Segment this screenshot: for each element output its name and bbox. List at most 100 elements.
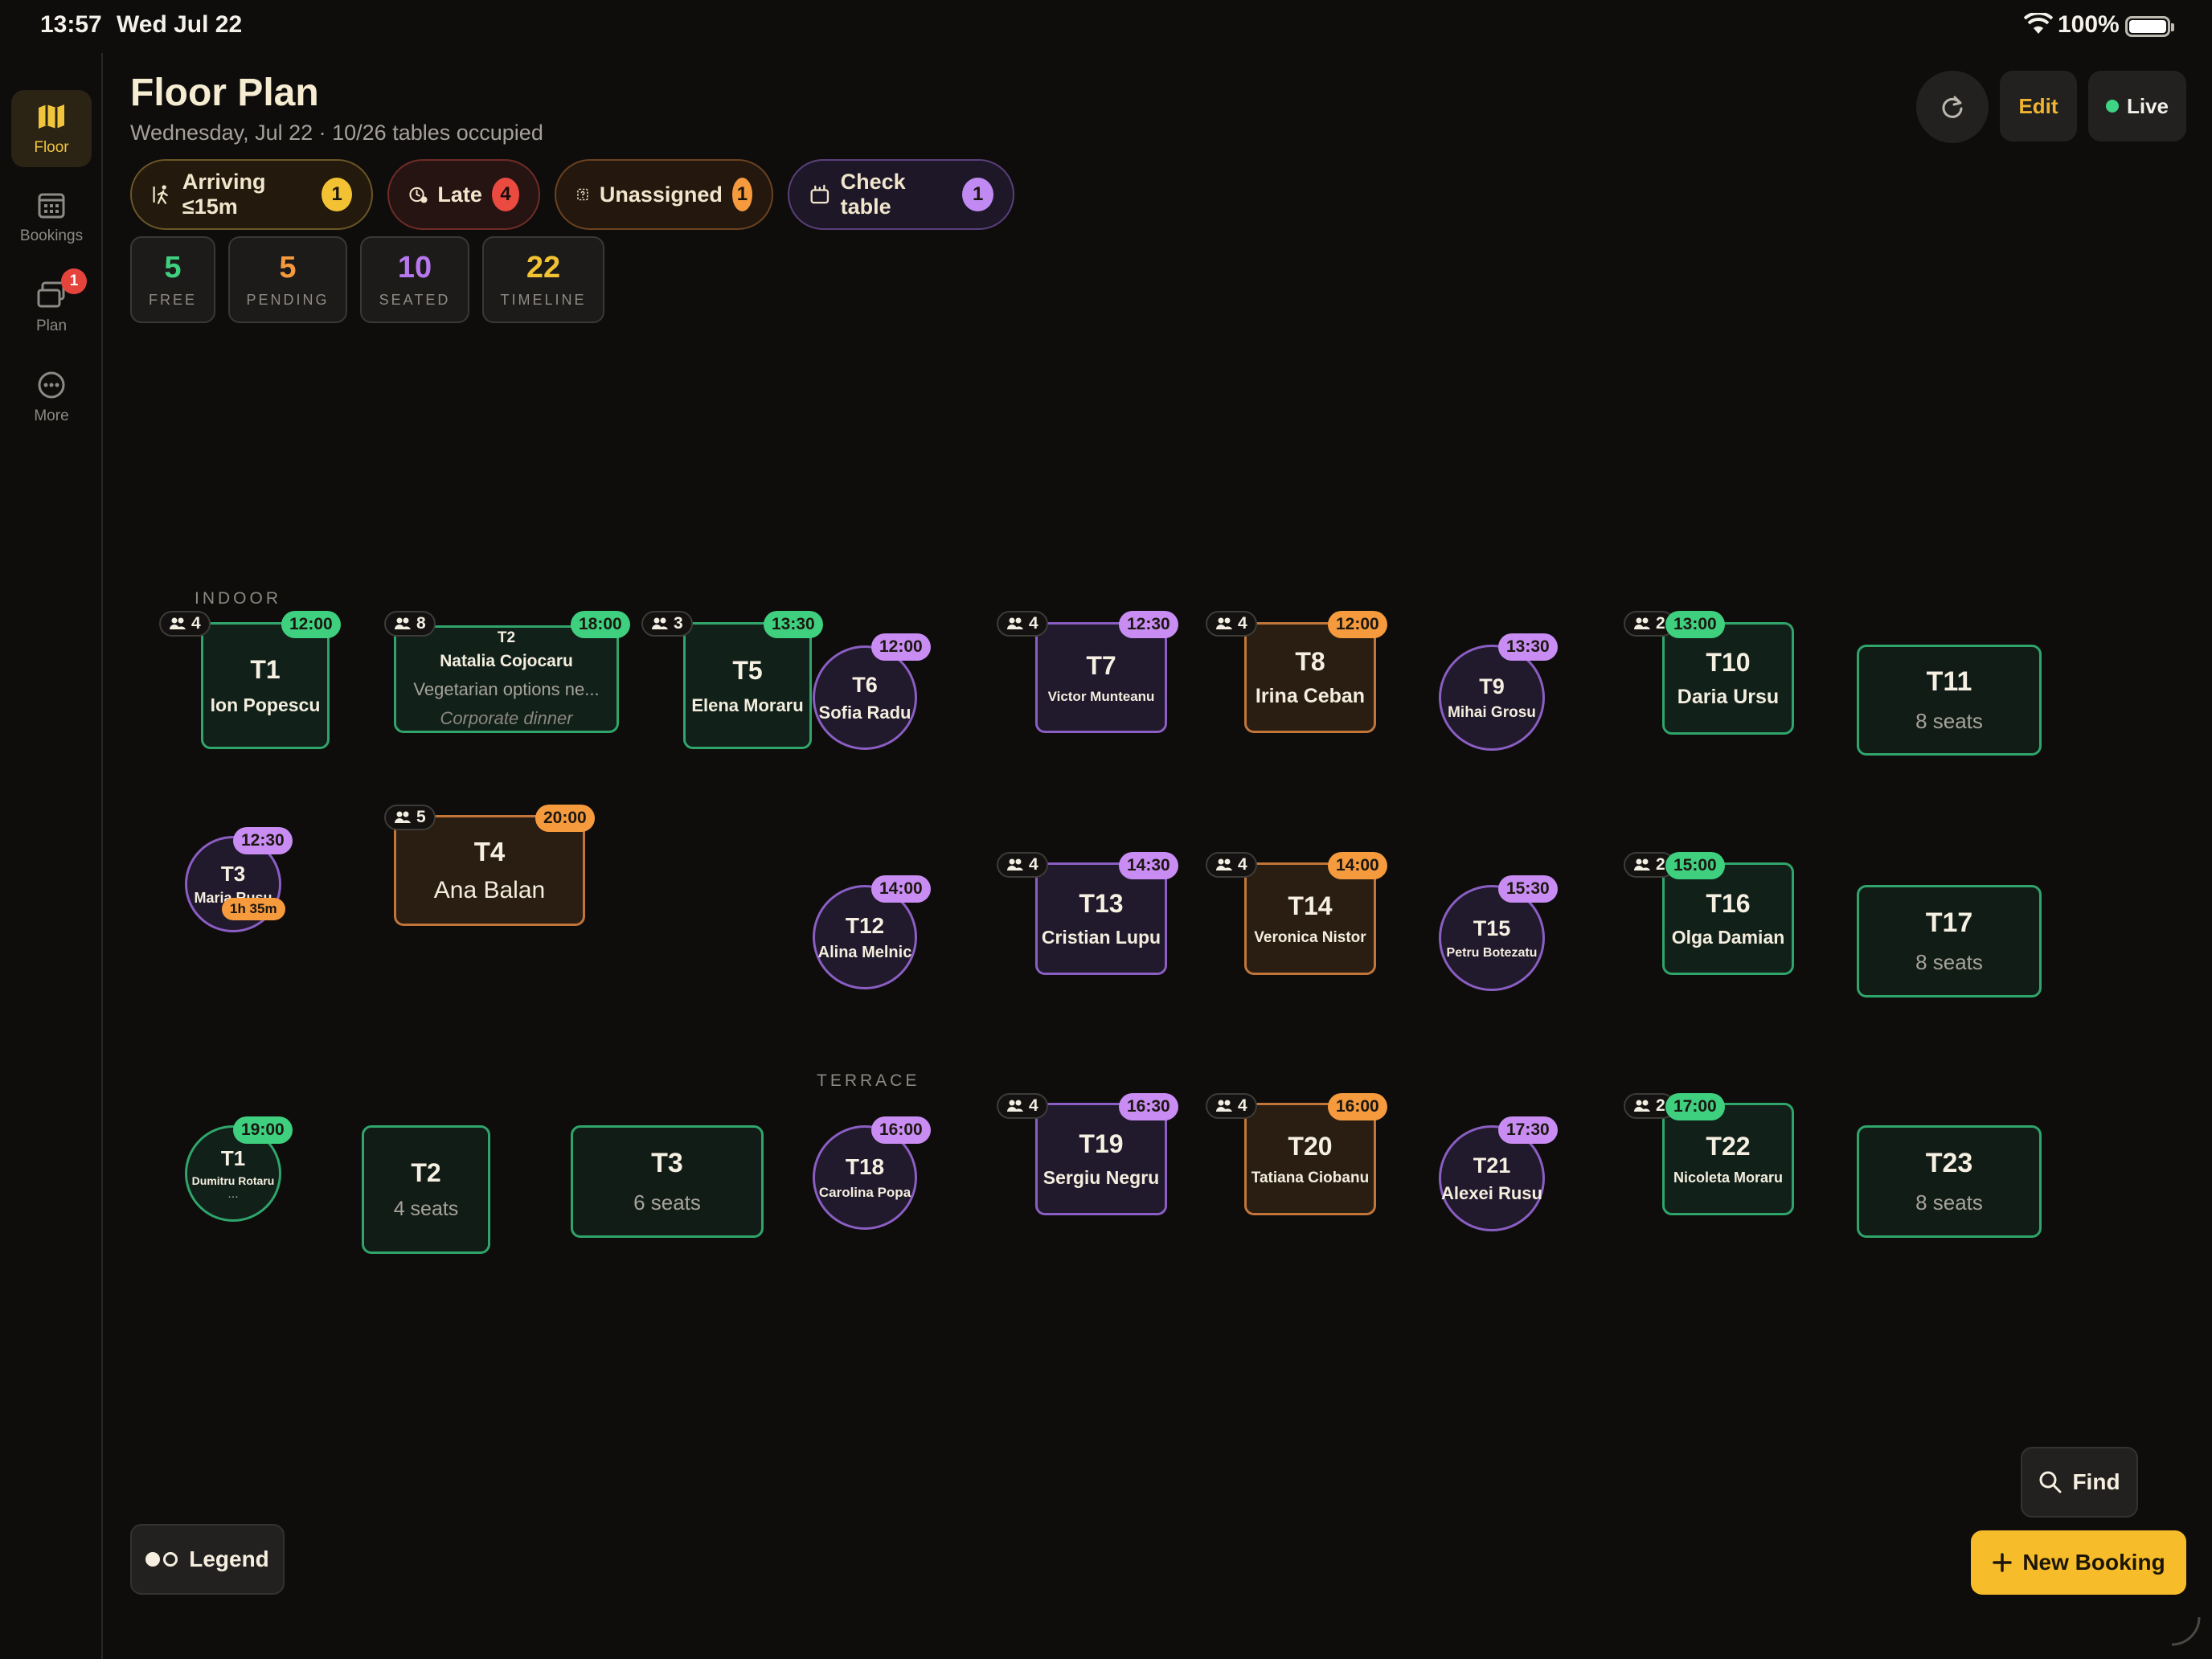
legend-button[interactable]: Legend <box>130 1524 285 1595</box>
filter-count: 4 <box>491 178 519 211</box>
sidebar-item-floor[interactable]: Floor <box>11 90 92 167</box>
party-size-badge: 4 <box>1206 1093 1257 1119</box>
table-number: T8 <box>1295 647 1325 676</box>
guest-name: Petru Botezatu <box>1446 945 1538 960</box>
guest-name: Sergiu Negru <box>1043 1167 1160 1188</box>
filter-count: 1 <box>322 178 353 211</box>
sidebar-item-more[interactable]: More <box>11 358 92 436</box>
table-number: T1 <box>250 655 281 684</box>
time-pill: 18:00 <box>571 611 630 638</box>
table-t8[interactable]: T8 Irina Ceban <box>1244 622 1376 733</box>
table-t16[interactable]: T16 Olga Damian <box>1662 862 1794 975</box>
stat-pending[interactable]: 5 PENDING <box>228 236 347 323</box>
guest-name: Alexei Rusu <box>1441 1182 1542 1203</box>
sidebar-label: Bookings <box>19 227 84 244</box>
sidebar-item-plan[interactable]: Plan 1 <box>11 268 92 346</box>
table-number: T23 <box>1925 1148 1973 1178</box>
stat-seated[interactable]: 10 SEATED <box>360 236 469 323</box>
stat-label: FREE <box>148 292 197 308</box>
guest-name: Elena Moraru <box>691 694 804 715</box>
plus-icon <box>1993 1553 2013 1572</box>
seat-count: 6 seats <box>633 1190 701 1215</box>
guest-name: Cristian Lupu <box>1041 927 1161 948</box>
overdue-badge: 1h 35m <box>222 898 285 920</box>
sidebar-label: Floor <box>34 139 69 156</box>
seat-count: 8 seats <box>1915 1190 1983 1215</box>
battery-icon <box>2125 16 2174 37</box>
time-pill: 14:00 <box>1328 852 1387 879</box>
filter-late[interactable]: Late 4 <box>387 159 540 230</box>
table-t23[interactable]: T23 8 seats <box>1857 1125 2042 1238</box>
seat-count: 8 seats <box>1915 709 1983 733</box>
filter-label: Late <box>437 182 482 207</box>
guest-name: Carolina Popa <box>818 1185 911 1200</box>
more-icon <box>38 371 65 399</box>
table-t17[interactable]: T17 8 seats <box>1857 885 2042 997</box>
booking-note: ... <box>227 1186 239 1201</box>
filter-arriving[interactable]: Arriving ≤15m 1 <box>130 159 373 230</box>
people-icon <box>1216 1100 1232 1112</box>
table-t11[interactable]: T11 8 seats <box>1857 645 2042 756</box>
people-icon <box>1216 617 1232 629</box>
table-number: T11 <box>1926 666 1972 697</box>
unassigned-icon <box>577 188 588 201</box>
people-icon <box>1007 617 1023 629</box>
table-number: T7 <box>1086 650 1116 680</box>
time-pill: 14:30 <box>1119 852 1178 879</box>
party-size-badge: 4 <box>997 852 1048 878</box>
filter-check-table[interactable]: Check table 1 <box>788 159 1014 230</box>
time-pill: 12:30 <box>1119 611 1178 638</box>
edit-button[interactable]: Edit <box>2000 71 2077 141</box>
find-button[interactable]: Find <box>2021 1447 2138 1518</box>
filter-label: Unassigned <box>599 182 723 207</box>
table-number: T22 <box>1706 1132 1751 1161</box>
table-t7[interactable]: T7 Victor Munteanu <box>1035 622 1167 733</box>
table-t14[interactable]: T14 Veronica Nistor <box>1244 862 1376 975</box>
table-t13[interactable]: T13 Cristian Lupu <box>1035 862 1167 975</box>
filter-unassigned[interactable]: Unassigned 1 <box>555 159 773 230</box>
guest-name: Victor Munteanu <box>1047 688 1155 704</box>
table-number: T16 <box>1706 889 1751 918</box>
time-pill: 13:30 <box>764 611 823 638</box>
sidebar-item-bookings[interactable]: Bookings <box>11 178 92 256</box>
refresh-icon <box>1942 96 1963 118</box>
clock-alert-icon <box>409 186 428 203</box>
resize-handle-icon <box>2171 1616 2201 1646</box>
stat-timeline[interactable]: 22 TIMELINE <box>482 236 604 323</box>
legend-icon <box>145 1552 178 1567</box>
live-button[interactable]: Live <box>2088 71 2186 141</box>
party-size-badge: 4 <box>159 611 211 637</box>
receipt-icon <box>810 184 830 204</box>
stat-value: 22 <box>526 251 561 285</box>
table-number: T1 <box>220 1145 246 1170</box>
people-icon <box>395 811 411 823</box>
table-t2[interactable]: T2 Natalia Cojocaru Vegetarian options n… <box>394 625 619 733</box>
time-pill: 12:00 <box>281 611 341 638</box>
time-pill: 17:00 <box>1665 1093 1725 1120</box>
stat-value: 5 <box>279 251 297 285</box>
table-t5[interactable]: T5 Elena Moraru <box>683 622 812 749</box>
booking-tag: Corporate dinner <box>440 708 573 728</box>
page-subtitle: Wednesday, Jul 22 · 10/26 tables occupie… <box>130 121 543 145</box>
table-t1[interactable]: T1 Ion Popescu <box>201 622 330 749</box>
people-icon <box>1007 858 1023 870</box>
table-t10[interactable]: T10 Daria Ursu <box>1662 622 1794 735</box>
time-pill: 13:00 <box>1665 611 1725 638</box>
table-terrace-t2[interactable]: T2 4 seats <box>362 1125 490 1254</box>
filter-label: Check table <box>840 170 906 219</box>
table-number: T6 <box>852 672 878 697</box>
people-icon <box>1634 858 1650 870</box>
stat-free[interactable]: 5 FREE <box>130 236 215 323</box>
stat-label: SEATED <box>379 292 451 308</box>
table-t6[interactable]: T6 Sofia Radu <box>813 645 917 750</box>
guest-name: Daria Ursu <box>1677 686 1780 708</box>
time-pill: 17:30 <box>1498 1116 1558 1144</box>
table-terrace-t3[interactable]: T3 6 seats <box>571 1125 764 1238</box>
seat-count: 4 seats <box>393 1198 459 1220</box>
people-icon <box>1007 1100 1023 1112</box>
new-booking-button[interactable]: New Booking <box>1971 1530 2186 1595</box>
refresh-button[interactable] <box>1916 71 1989 143</box>
party-size-badge: 8 <box>384 611 436 637</box>
party-size-badge: 4 <box>1206 852 1257 878</box>
guest-name: Tatiana Ciobanu <box>1251 1169 1370 1186</box>
